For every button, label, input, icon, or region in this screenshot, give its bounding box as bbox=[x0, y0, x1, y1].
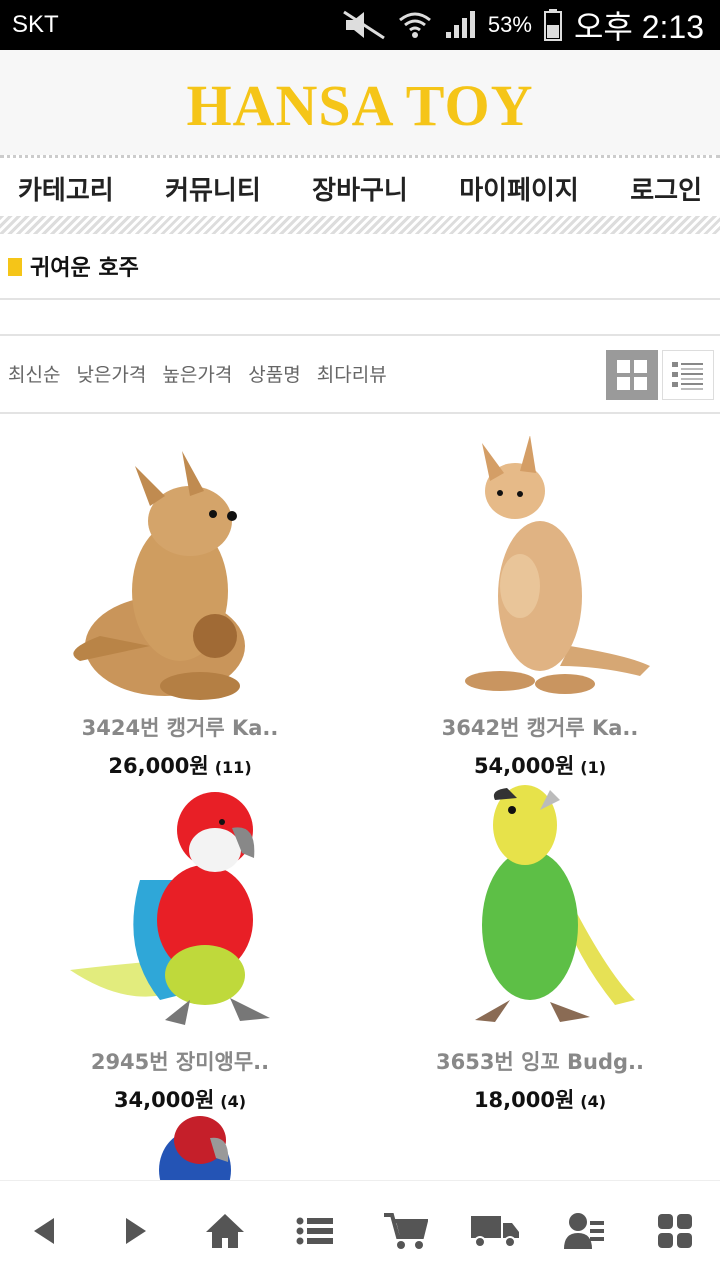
sort-newest[interactable]: 최신순 bbox=[8, 360, 60, 387]
product-name[interactable]: 3653번 잉꼬 Budg.. bbox=[360, 1046, 720, 1076]
apps-button[interactable] bbox=[645, 1201, 705, 1261]
sort-name[interactable]: 상품명 bbox=[248, 360, 300, 387]
review-count: (4) bbox=[220, 1092, 247, 1111]
sort-reviews[interactable]: 최다리뷰 bbox=[317, 360, 387, 387]
product-name[interactable]: 2945번 장미앵무.. bbox=[0, 1046, 360, 1076]
spacer bbox=[0, 298, 720, 336]
product-name[interactable]: 3424번 캥거루 Ka.. bbox=[0, 712, 360, 742]
list-view-button[interactable] bbox=[662, 350, 714, 400]
home-icon bbox=[206, 1214, 244, 1248]
nav-community[interactable]: 커뮤니티 bbox=[165, 170, 261, 207]
list-view-icon bbox=[672, 362, 703, 390]
product-card[interactable]: 2945번 장미앵무.. 34,000원 (4) bbox=[0, 770, 360, 1114]
mute-icon bbox=[343, 10, 385, 40]
forward-icon bbox=[126, 1218, 146, 1244]
grid-view-icon bbox=[617, 360, 647, 390]
home-button[interactable] bbox=[195, 1201, 255, 1261]
review-count: (4) bbox=[580, 1092, 607, 1111]
product-name[interactable]: 3642번 캥거루 Ka.. bbox=[360, 712, 720, 742]
bookmark-icon bbox=[8, 258, 22, 276]
nav-login[interactable]: 로그인 bbox=[630, 170, 702, 207]
battery-percent: 53% bbox=[487, 12, 532, 37]
back-icon bbox=[34, 1218, 54, 1244]
sort-bar: 최신순 낮은가격 높은가격 상품명 최다리뷰 bbox=[0, 336, 720, 414]
clock: 오후 2:13 bbox=[573, 9, 704, 45]
delivery-truck-icon bbox=[471, 1216, 519, 1248]
wifi-icon bbox=[398, 12, 431, 38]
category-header: 귀여운 호주 bbox=[0, 236, 720, 300]
battery-icon bbox=[543, 9, 562, 41]
signal-icon bbox=[445, 11, 475, 38]
sort-low-price[interactable]: 낮은가격 bbox=[76, 360, 146, 387]
nav-category[interactable]: 카테고리 bbox=[18, 170, 114, 207]
divider bbox=[0, 155, 720, 158]
budgie-plush-image[interactable] bbox=[360, 770, 720, 1040]
parrot-plush-image[interactable] bbox=[0, 770, 360, 1040]
product-card[interactable] bbox=[0, 1110, 360, 1180]
menu-button[interactable] bbox=[285, 1201, 345, 1261]
cart-icon bbox=[384, 1213, 428, 1249]
site-logo[interactable]: HANSA TOY bbox=[0, 72, 720, 139]
menu-list-icon bbox=[296, 1217, 333, 1245]
grid-view-button[interactable] bbox=[606, 350, 658, 400]
product-card[interactable]: 3642번 캥거루 Ka.. 54,000원 (1) bbox=[360, 436, 720, 780]
bottom-nav bbox=[0, 1180, 720, 1281]
price-value: 34,000원 bbox=[113, 1088, 215, 1112]
sort-high-price[interactable]: 높은가격 bbox=[162, 360, 232, 387]
price-value: 18,000원 bbox=[473, 1088, 575, 1112]
apps-grid-icon bbox=[658, 1214, 692, 1248]
status-bar: SKT 53% 오후 2:13 bbox=[0, 0, 720, 50]
header: HANSA TOY bbox=[0, 50, 720, 155]
carrier-label: SKT bbox=[12, 11, 59, 38]
nav-cart[interactable]: 장바구니 bbox=[312, 170, 408, 207]
my-account-icon bbox=[564, 1213, 604, 1249]
nav-mypage[interactable]: 마이페이지 bbox=[459, 170, 579, 207]
parrot-plush-image[interactable] bbox=[0, 1110, 360, 1180]
kangaroo-plush-image[interactable] bbox=[360, 436, 720, 706]
back-button[interactable] bbox=[15, 1201, 75, 1261]
kangaroo-plush-image[interactable] bbox=[0, 436, 360, 706]
product-card[interactable]: 3653번 잉꼬 Budg.. 18,000원 (4) bbox=[360, 770, 720, 1114]
forward-button[interactable] bbox=[105, 1201, 165, 1261]
main-nav: 카테고리 커뮤니티 장바구니 마이페이지 로그인 bbox=[0, 160, 720, 216]
category-title: 귀여운 호주 bbox=[30, 256, 139, 281]
product-price: 18,000원 (4) bbox=[360, 1084, 720, 1114]
my-account-button[interactable] bbox=[555, 1201, 615, 1261]
stripe-divider bbox=[0, 216, 720, 234]
delivery-button[interactable] bbox=[465, 1201, 525, 1261]
cart-button[interactable] bbox=[375, 1201, 435, 1261]
product-card[interactable]: 3424번 캥거루 Ka.. 26,000원 (11) bbox=[0, 436, 360, 780]
